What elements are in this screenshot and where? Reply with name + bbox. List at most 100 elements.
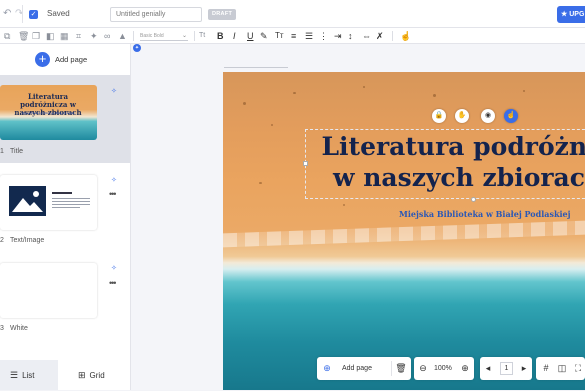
sand-speck	[523, 90, 525, 92]
add-page-bottom-button[interactable]: Add page	[342, 357, 372, 380]
upgrade-label: UPG	[569, 11, 585, 18]
clear-format-icon[interactable]: ✗	[376, 30, 384, 42]
page-thumbnail[interactable]	[0, 175, 97, 230]
slide-title-line-2: w naszych zbiorac	[333, 163, 585, 192]
zoom-out-icon[interactable]: ⊖	[417, 357, 429, 380]
layers-icon[interactable]: ◧	[46, 30, 55, 42]
page-thumbnail[interactable]: Literatura podróżnicza w naszych zbiorac…	[0, 85, 97, 140]
tab-grid-label: Grid	[89, 371, 105, 380]
mountain-icon	[12, 191, 43, 212]
sand-speck	[363, 86, 365, 88]
page-item-3[interactable]: ✧ ••• 3 White	[0, 251, 130, 339]
project-title-input[interactable]: Untitled genially	[110, 7, 202, 22]
divider	[133, 31, 134, 41]
crop-icon[interactable]: ⌗	[76, 30, 81, 42]
lock-icon[interactable]: 🔒	[432, 109, 446, 123]
grid-guides-icon[interactable]: #	[540, 357, 552, 380]
pages-sidebar: + Add page Literatura podróżnicza w nasz…	[0, 44, 131, 390]
magic-wand-icon[interactable]: ✧	[111, 87, 117, 95]
bullet-list-icon[interactable]: ☰	[305, 30, 313, 42]
align-icon[interactable]: ▦	[60, 30, 69, 42]
letter-spacing-icon[interactable]: ⇔	[362, 30, 371, 42]
divider	[194, 31, 195, 41]
duplicate-icon[interactable]: ❐	[32, 30, 40, 42]
undo-icon[interactable]: ↶	[3, 8, 11, 19]
wave-foam	[223, 220, 585, 248]
format-toolbar: ⧉ 🗑 ❐ ◧ ▦ ⌗ ✦ ∞ ▲ Basic Bold ⌄ Tt B I U …	[0, 28, 585, 44]
underline-button[interactable]: U	[247, 30, 254, 42]
page-number-input[interactable]: 1	[500, 362, 513, 375]
magic-wand-icon[interactable]: ✧	[111, 264, 117, 272]
hand-icon[interactable]: ✋	[455, 109, 469, 123]
italic-button[interactable]: I	[233, 30, 236, 42]
saved-status: Saved	[47, 9, 70, 18]
page-number: 3	[0, 325, 4, 332]
sand-speck	[243, 102, 246, 105]
indent-icon[interactable]: ⇥	[334, 30, 342, 42]
slide-canvas[interactable]: 🔒 ✋ ◉ ☝ Literatura podróżni w naszych zb…	[223, 72, 585, 390]
text-size-icon[interactable]: Tt	[199, 30, 205, 42]
fullscreen-icon[interactable]: ⛶	[572, 357, 584, 380]
zoom-value[interactable]: 100%	[434, 357, 452, 380]
grid-icon: ⊞	[78, 370, 86, 380]
split-view-icon[interactable]: ◫	[556, 357, 568, 380]
copy-style-icon[interactable]: ⧉	[4, 30, 10, 42]
add-page-label: Add page	[55, 55, 88, 64]
view-options-bar: # ◫ ⛶	[536, 357, 585, 380]
animation-icon[interactable]: ✦	[90, 30, 98, 42]
slide-subtitle[interactable]: Miejska Biblioteka w Białej Podlaskiej	[399, 209, 571, 219]
slide-title[interactable]: Literatura podróżni w naszych zbiorac	[309, 131, 585, 193]
chevron-down-icon: ⌄	[181, 33, 187, 39]
draft-badge: DRAFT	[208, 9, 237, 20]
highlighter-icon[interactable]: ✎	[260, 30, 268, 42]
sand-speck	[271, 124, 273, 126]
zoom-in-icon[interactable]: ⊕	[459, 357, 471, 380]
add-circle-icon[interactable]: ⊕	[321, 357, 333, 380]
bold-button[interactable]: B	[217, 30, 224, 42]
page-number: 2	[0, 237, 4, 244]
star-icon: ★	[561, 11, 570, 18]
next-page-icon[interactable]: ▸	[519, 357, 529, 380]
image-placeholder-icon	[9, 186, 46, 216]
text-placeholder	[52, 192, 90, 210]
page-thumbnail[interactable]	[0, 263, 97, 318]
font-family-select[interactable]: Basic Bold ⌄	[140, 31, 188, 41]
tab-grid[interactable]: ⊞ Grid	[78, 360, 130, 390]
interactivity-icon[interactable]: ☝	[504, 109, 518, 123]
interactivity-icon[interactable]: ☝	[400, 30, 411, 42]
text-case-button[interactable]: Tт	[275, 30, 284, 42]
eye-icon[interactable]: ◉	[481, 109, 495, 123]
fill-color-icon[interactable]: ▲	[118, 30, 127, 42]
top-bar: ↶ ↷ ✓ Saved Untitled genially DRAFT ★ UP…	[0, 0, 585, 28]
upgrade-button[interactable]: ★ UPG	[557, 6, 585, 23]
slide-ruler	[224, 67, 288, 71]
numbered-list-icon[interactable]: ⋮	[319, 30, 328, 42]
trash-icon[interactable]: 🗑	[395, 357, 407, 380]
page-label: Text/Image	[10, 237, 45, 244]
more-options-icon[interactable]: •••	[109, 190, 117, 199]
tab-list[interactable]: ☰ List	[0, 360, 58, 390]
delete-icon[interactable]: 🗑	[18, 30, 29, 42]
zoom-bar: ⊖ 100% ⊕	[414, 357, 474, 380]
tab-list-label: List	[22, 371, 35, 380]
link-icon[interactable]: ∞	[104, 30, 110, 42]
resize-handle[interactable]	[303, 161, 308, 166]
magic-wand-icon[interactable]: ✧	[111, 176, 117, 184]
page-label: Title	[10, 148, 23, 155]
add-page-bar: ⊕ Add page 🗑	[317, 357, 411, 380]
more-options-icon[interactable]: •••	[109, 279, 117, 288]
align-left-icon[interactable]: ≡	[291, 30, 296, 42]
page-item-1[interactable]: Literatura podróżnicza w naszych zbiorac…	[0, 75, 130, 163]
saved-check-icon: ✓	[29, 10, 38, 19]
prev-page-icon[interactable]: ◂	[483, 357, 493, 380]
sand-speck	[259, 182, 262, 184]
sand-speck	[343, 204, 345, 206]
rotate-handle[interactable]	[471, 197, 476, 202]
page-number: 1	[0, 148, 4, 155]
font-family-value: Basic Bold	[140, 33, 164, 39]
line-spacing-icon[interactable]: ↕	[348, 30, 353, 42]
list-icon: ☰	[10, 370, 19, 380]
sand-speck	[433, 94, 436, 97]
page-item-2[interactable]: ✧ ••• 2 Text/Image	[0, 163, 130, 251]
pin-icon[interactable]: ✦	[133, 44, 141, 52]
